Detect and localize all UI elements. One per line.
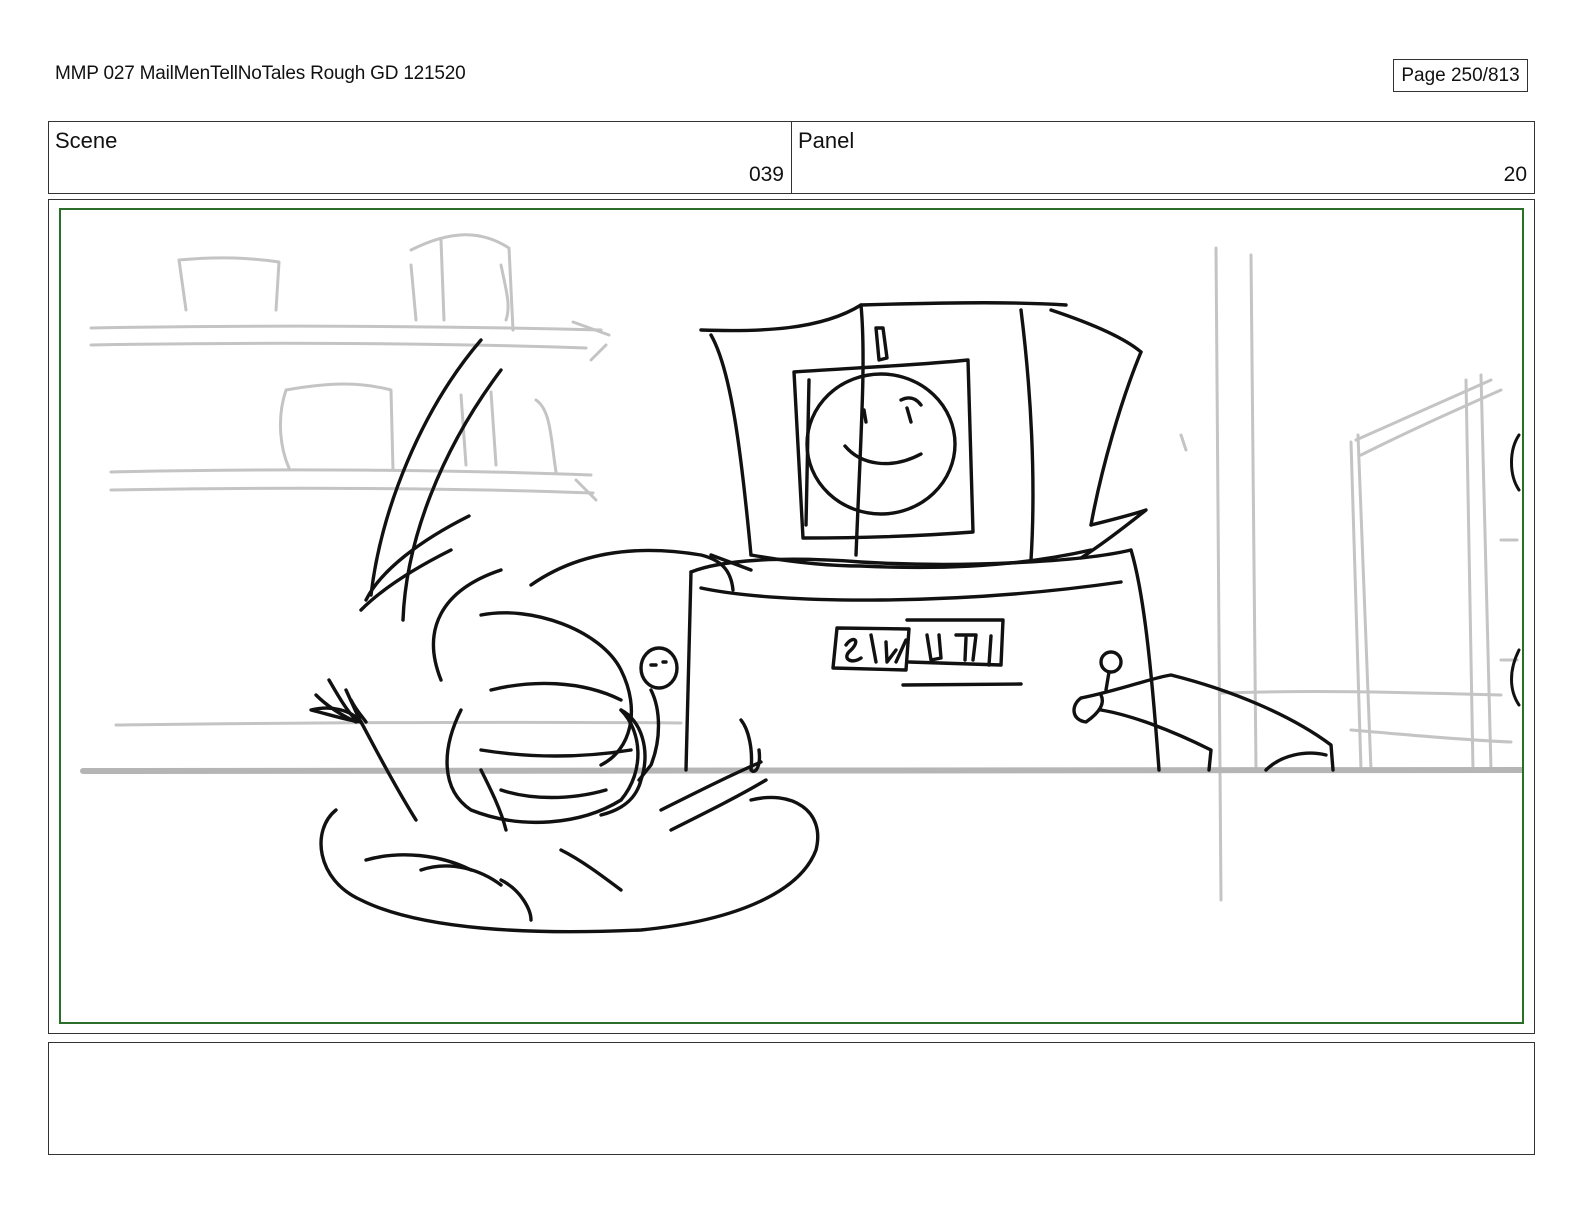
- storyboard-drawing-frame: [59, 208, 1524, 1024]
- storyboard-sketch: [80, 233, 1522, 934]
- background-sketch: [89, 233, 1519, 902]
- page-indicator: Page 250/813: [1393, 59, 1528, 92]
- foreground-ink: [309, 301, 1335, 934]
- storyboard-panel: [48, 199, 1535, 1034]
- document-title: MMP 027 MailMenTellNoTales Rough GD 1215…: [55, 63, 466, 84]
- panel-number: 20: [1503, 163, 1527, 186]
- scene-cell: Scene 039: [49, 122, 791, 193]
- panel-cell: Panel 20: [791, 122, 1534, 193]
- scene-label: Scene: [55, 128, 118, 153]
- panel-label: Panel: [798, 128, 855, 153]
- panel-notes-box: [48, 1042, 1535, 1155]
- edge-sketch: [1510, 433, 1521, 707]
- scene-number: 039: [748, 163, 784, 186]
- floor-line: [80, 766, 1522, 774]
- scene-panel-header: Scene 039 Panel 20: [48, 121, 1535, 194]
